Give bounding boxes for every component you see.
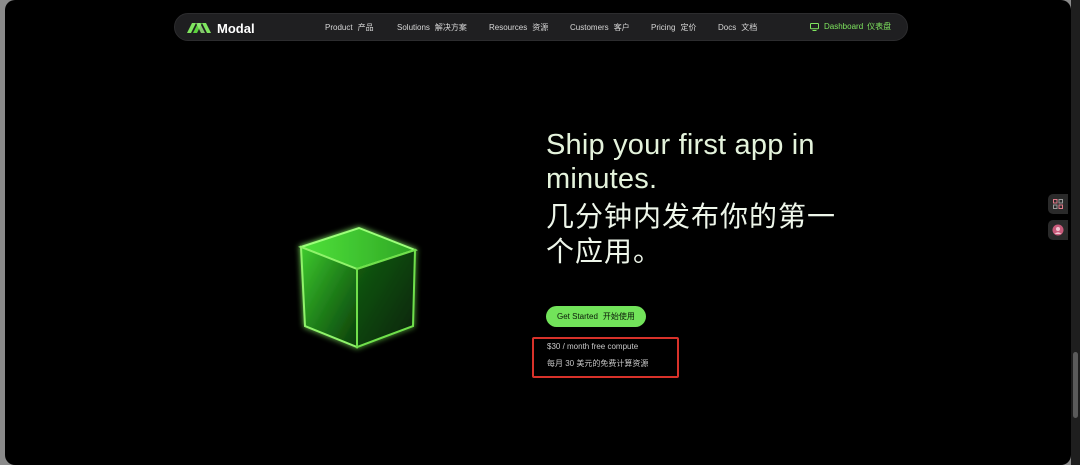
dashboard-link[interactable]: Dashboard 仪表盘 [810, 21, 891, 32]
browser-page: Modal Product 产品 Solutions 解决方案 Resources 资… [5, 0, 1071, 465]
hero-cube-illustration [298, 226, 418, 349]
nav-label-zh: 资源 [532, 23, 549, 32]
nav-item-docs[interactable]: Docs 文档 [718, 22, 757, 33]
cta-label-zh: 开始使用 [602, 312, 635, 321]
nav-item-pricing[interactable]: Pricing 定价 [651, 22, 696, 33]
sidebar-widget-grid[interactable] [1048, 194, 1068, 214]
modal-logo-icon [187, 23, 211, 33]
nav-item-customers[interactable]: Customers 客户 [570, 22, 630, 33]
annotation-highlight-box [532, 337, 679, 378]
nav-label-en: Docs [718, 23, 737, 32]
cta-label-en: Get Started [557, 312, 598, 321]
modal-logo[interactable]: Modal [187, 19, 255, 37]
monitor-icon [810, 22, 819, 31]
nav-label-zh: 定价 [680, 23, 697, 32]
scrollbar-thumb[interactable] [1073, 352, 1078, 418]
dashboard-label-zh: 仪表盘 [867, 22, 892, 31]
hero-headline-en: Ship your first app in minutes. [546, 129, 815, 195]
nav-item-resources[interactable]: Resources 资源 [489, 22, 548, 33]
nav-item-solutions[interactable]: Solutions 解决方案 [397, 22, 467, 33]
nav-label-zh: 产品 [357, 23, 374, 32]
hero-headline-zh: 几分钟内发布你的第一个应用。 [546, 201, 837, 267]
grid-icon [1053, 199, 1063, 209]
nav-label-en: Pricing [651, 23, 676, 32]
nav-label-zh: 客户 [613, 23, 630, 32]
page-scrollbar[interactable] [1071, 0, 1080, 465]
brand-name: Modal [217, 20, 255, 36]
dashboard-label-en: Dashboard [824, 22, 864, 31]
top-navbar: Modal Product 产品 Solutions 解决方案 Resources 资… [174, 13, 908, 41]
nav-item-product[interactable]: Product 产品 [325, 22, 374, 33]
avatar-icon [1052, 224, 1064, 236]
nav-label-en: Product [325, 23, 353, 32]
nav-label-zh: 解决方案 [434, 23, 467, 32]
nav-label-en: Resources [489, 23, 528, 32]
sidebar-widget-avatar[interactable] [1048, 220, 1068, 240]
nav-label-en: Solutions [397, 23, 430, 32]
nav-label-zh: 文档 [741, 23, 758, 32]
get-started-button[interactable]: Get Started 开始使用 [546, 306, 646, 327]
nav-label-en: Customers [570, 23, 609, 32]
